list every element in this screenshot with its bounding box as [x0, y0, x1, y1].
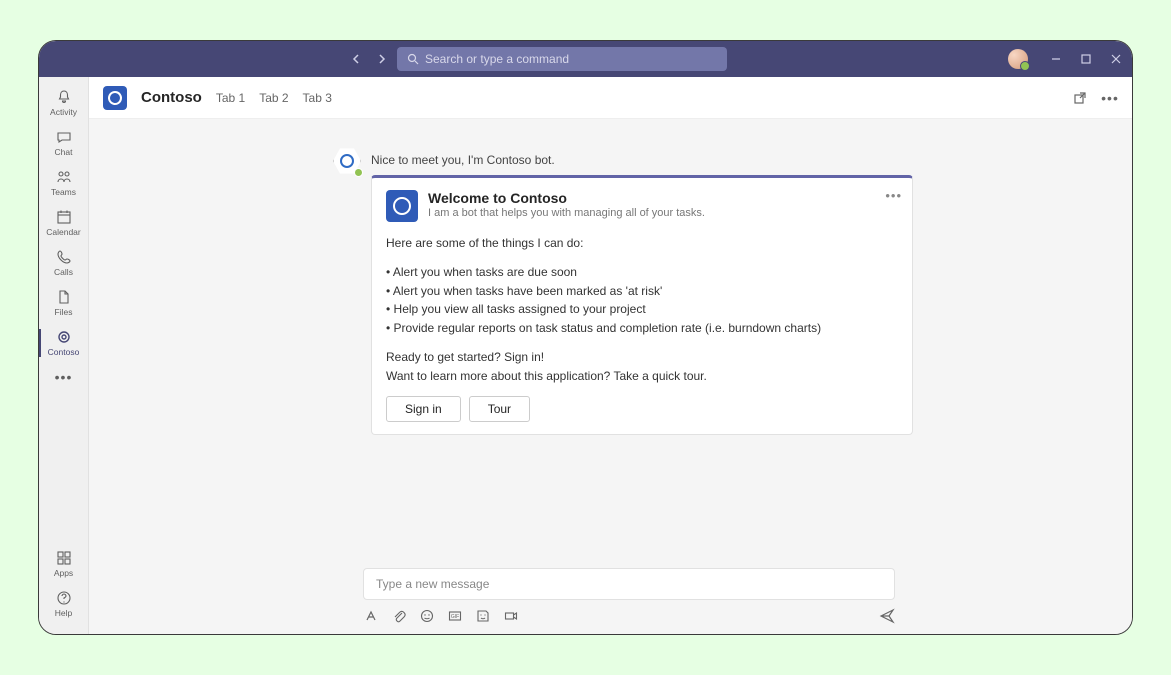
- signin-button[interactable]: Sign in: [386, 396, 461, 422]
- rail-label: Chat: [55, 147, 73, 157]
- popout-icon[interactable]: [1072, 90, 1088, 106]
- chat-icon: [56, 129, 72, 145]
- rail-item-help[interactable]: Help: [39, 584, 89, 624]
- search-box[interactable]: Search or type a command: [397, 47, 727, 71]
- meeting-icon[interactable]: [503, 608, 519, 624]
- compose-area: Type a new message GIF: [349, 558, 909, 634]
- rail-item-apps[interactable]: Apps: [39, 544, 89, 584]
- card-bullet: • Alert you when tasks have been marked …: [386, 282, 898, 301]
- help-icon: [56, 590, 72, 606]
- app-rail: Activity Chat Teams Calendar Calls Files: [39, 77, 89, 634]
- app-title: Contoso: [141, 89, 202, 106]
- contoso-logo-icon: [103, 86, 127, 110]
- calendar-icon: [56, 209, 72, 225]
- teams-app: Search or type a command Activity Chat T…: [39, 41, 1132, 634]
- card-bullet: • Provide regular reports on task status…: [386, 319, 898, 338]
- rail-item-teams[interactable]: Teams: [39, 163, 89, 203]
- rail-item-files[interactable]: Files: [39, 283, 89, 323]
- rail-label: Activity: [50, 107, 77, 117]
- search-placeholder: Search or type a command: [425, 52, 569, 66]
- minimize-button[interactable]: [1050, 54, 1062, 64]
- tab-1[interactable]: Tab 1: [216, 91, 245, 105]
- gif-icon[interactable]: GIF: [447, 608, 463, 624]
- chat-main: Nice to meet you, I'm Contoso bot. ••• W…: [89, 119, 1132, 634]
- rail-more-button[interactable]: •••: [55, 369, 73, 385]
- card-title: Welcome to Contoso: [428, 190, 705, 206]
- send-button[interactable]: [879, 608, 895, 624]
- sticker-icon[interactable]: [475, 608, 491, 624]
- app-body: Activity Chat Teams Calendar Calls Files: [39, 77, 1132, 634]
- file-icon: [56, 289, 72, 305]
- tab-3[interactable]: Tab 3: [303, 91, 332, 105]
- nav-forward-button[interactable]: [375, 52, 389, 66]
- rail-item-chat[interactable]: Chat: [39, 123, 89, 163]
- app-window: Search or type a command Activity Chat T…: [38, 40, 1133, 635]
- card-logo-icon: [386, 190, 418, 222]
- message-placeholder: Type a new message: [376, 577, 489, 591]
- user-avatar[interactable]: [1008, 49, 1028, 69]
- message-input[interactable]: Type a new message: [363, 568, 895, 600]
- chat-scroll[interactable]: Nice to meet you, I'm Contoso bot. ••• W…: [89, 119, 1132, 558]
- rail-item-calendar[interactable]: Calendar: [39, 203, 89, 243]
- rail-label: Calls: [54, 267, 73, 277]
- titlebar: Search or type a command: [39, 41, 1132, 77]
- apps-icon: [56, 550, 72, 566]
- rail-item-activity[interactable]: Activity: [39, 83, 89, 123]
- rail-label: Apps: [54, 568, 73, 578]
- bot-greeting: Nice to meet you, I'm Contoso bot.: [371, 147, 913, 175]
- bot-avatar: [333, 147, 361, 175]
- teams-icon: [56, 169, 72, 185]
- card-bullet: • Help you view all tasks assigned to yo…: [386, 300, 898, 319]
- format-icon[interactable]: [363, 608, 379, 624]
- bell-icon: [56, 89, 72, 105]
- emoji-icon[interactable]: [419, 608, 435, 624]
- contoso-icon: [56, 329, 72, 345]
- rail-label: Contoso: [48, 347, 80, 357]
- content-header: Contoso Tab 1 Tab 2 Tab 3 •••: [89, 77, 1132, 119]
- attach-icon[interactable]: [391, 608, 407, 624]
- search-icon: [407, 53, 419, 65]
- rail-label: Calendar: [46, 227, 81, 237]
- phone-icon: [56, 249, 72, 265]
- svg-text:GIF: GIF: [451, 614, 459, 620]
- card-more-icon[interactable]: •••: [885, 188, 902, 203]
- more-icon[interactable]: •••: [1102, 90, 1118, 106]
- close-button[interactable]: [1110, 54, 1122, 64]
- tab-2[interactable]: Tab 2: [259, 91, 288, 105]
- rail-label: Teams: [51, 187, 76, 197]
- card-ready: Ready to get started? Sign in!: [386, 348, 898, 367]
- card-intro: Here are some of the things I can do:: [386, 234, 898, 253]
- card-subtitle: I am a bot that helps you with managing …: [428, 207, 705, 219]
- rail-item-calls[interactable]: Calls: [39, 243, 89, 283]
- card-learn: Want to learn more about this applicatio…: [386, 367, 898, 386]
- card-bullet: • Alert you when tasks are due soon: [386, 263, 898, 282]
- rail-label: Help: [55, 608, 72, 618]
- welcome-card: ••• Welcome to Contoso I am a bot that h…: [371, 175, 913, 435]
- rail-label: Files: [55, 307, 73, 317]
- tour-button[interactable]: Tour: [469, 396, 530, 422]
- nav-back-button[interactable]: [349, 52, 363, 66]
- rail-item-contoso[interactable]: Contoso: [39, 323, 89, 363]
- maximize-button[interactable]: [1080, 54, 1092, 64]
